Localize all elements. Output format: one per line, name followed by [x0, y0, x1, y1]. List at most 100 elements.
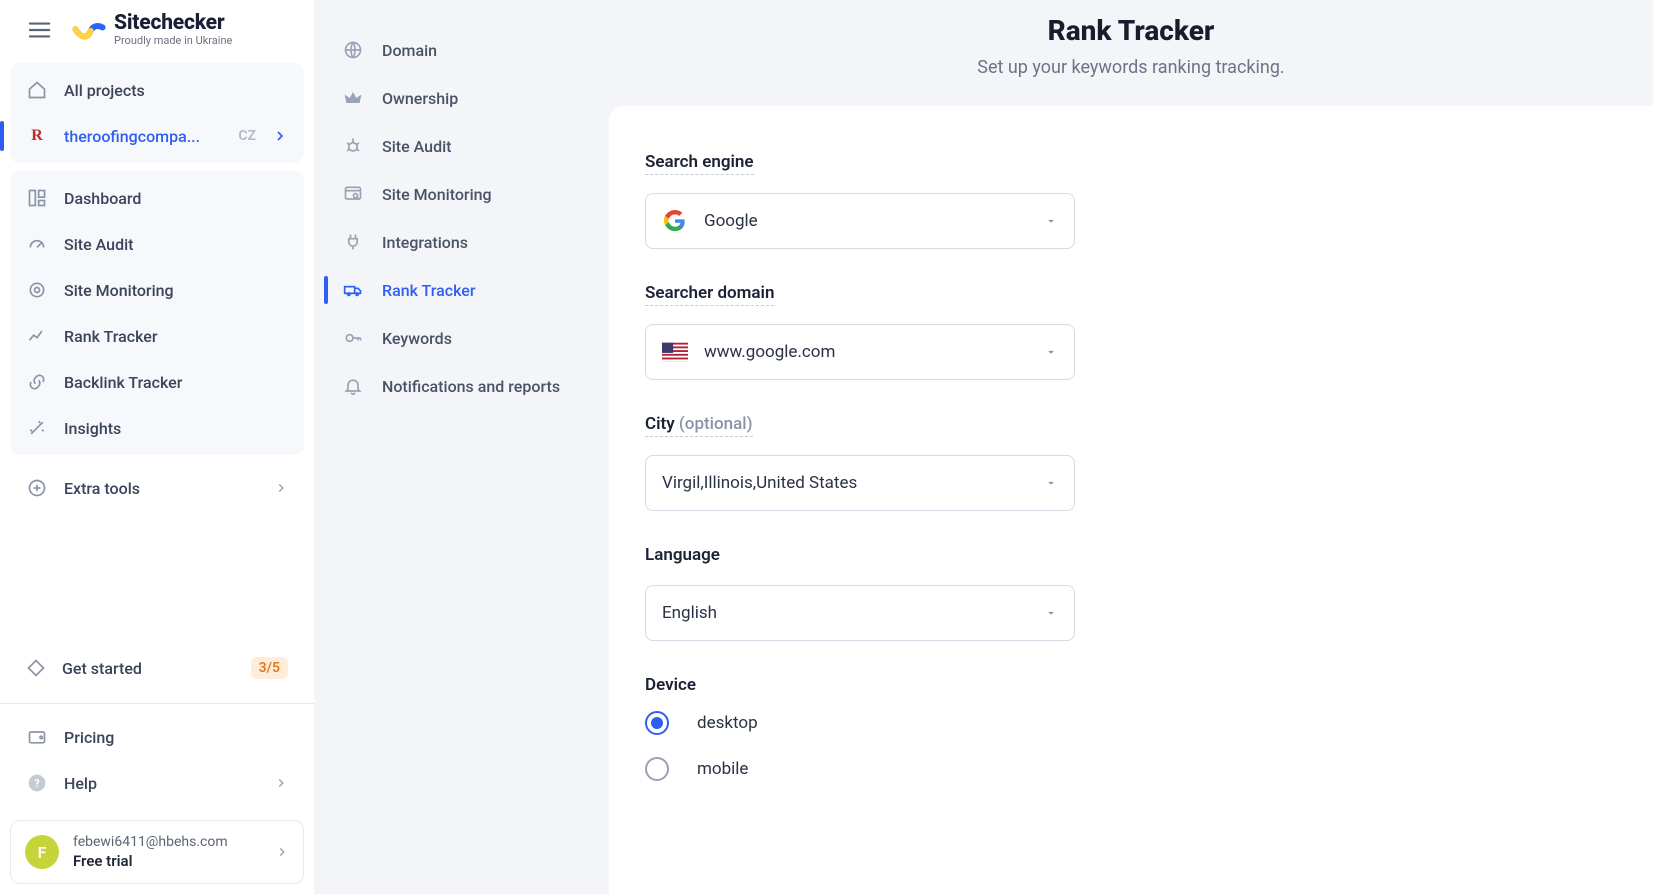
select-value: Virgil,Illinois,United States	[662, 473, 1028, 493]
radio-icon	[645, 711, 669, 735]
radio-device-mobile[interactable]: mobile	[645, 757, 1075, 781]
progress-badge: 3/5	[251, 657, 288, 679]
sidebar-label: Extra tools	[64, 479, 258, 498]
hamburger-icon	[29, 21, 51, 39]
project-tag: CZ	[238, 128, 256, 144]
subnav-item-site-monitoring[interactable]: Site Monitoring	[324, 170, 599, 218]
bug-icon	[342, 135, 364, 157]
select-search-engine[interactable]: Google	[645, 193, 1075, 249]
main-content: Rank Tracker Set up your keywords rankin…	[609, 0, 1653, 894]
subnav-item-keywords[interactable]: Keywords	[324, 314, 599, 362]
label-searcher-domain: Searcher domain	[645, 283, 774, 306]
subnav-item-site-audit[interactable]: Site Audit	[324, 122, 599, 170]
sidebar-label: All projects	[64, 81, 145, 100]
subnav-item-domain[interactable]: Domain	[324, 26, 599, 74]
subnav-item-rank-tracker[interactable]: Rank Tracker	[324, 266, 599, 314]
bell-icon	[342, 375, 364, 397]
avatar: F	[25, 835, 59, 869]
chevron-right-icon	[274, 776, 288, 790]
primary-sidebar: Sitechecker Proudly made in Ukraine All …	[0, 0, 314, 894]
select-value: www.google.com	[704, 342, 1028, 362]
subnav-item-integrations[interactable]: Integrations	[324, 218, 599, 266]
page-title: Rank Tracker	[629, 14, 1633, 47]
link-icon	[26, 371, 48, 393]
subnav-item-ownership[interactable]: Ownership	[324, 74, 599, 122]
sidebar-item-insights[interactable]: Insights	[10, 405, 304, 451]
diamond-icon	[26, 657, 46, 679]
sidebar-item-all-projects[interactable]: All projects	[10, 67, 304, 113]
subnav-label: Rank Tracker	[382, 281, 476, 300]
subnav-label: Keywords	[382, 329, 452, 348]
label-city: City (optional)	[645, 414, 753, 437]
sidebar-item-rank-tracker[interactable]: Rank Tracker	[10, 313, 304, 359]
chevron-down-icon	[1044, 345, 1058, 359]
select-searcher-domain[interactable]: www.google.com	[645, 324, 1075, 380]
menu-toggle-button[interactable]	[26, 16, 54, 44]
project-icon: R	[26, 125, 48, 147]
chevron-right-icon	[272, 128, 288, 144]
logo-mark-icon	[72, 16, 106, 44]
sidebar-item-extra-tools[interactable]: Extra tools	[10, 465, 304, 511]
sidebar-item-help[interactable]: ? Help	[10, 760, 304, 806]
page-subtitle: Set up your keywords ranking tracking.	[629, 57, 1633, 78]
sidebar-item-backlink-tracker[interactable]: Backlink Tracker	[10, 359, 304, 405]
radio-icon	[645, 757, 669, 781]
sidebar-label: Backlink Tracker	[64, 373, 182, 392]
label-search-engine: Search engine	[645, 152, 754, 175]
brand-logo[interactable]: Sitechecker Proudly made in Ukraine	[72, 12, 232, 47]
sidebar-item-dashboard[interactable]: Dashboard	[10, 175, 304, 221]
project-name: theroofingcompa...	[64, 127, 222, 146]
chevron-right-icon	[274, 481, 288, 495]
sidebar-item-get-started[interactable]: Get started 3/5	[10, 645, 304, 691]
brand-title: Sitechecker	[114, 12, 232, 35]
user-email: febewi6411@hbehs.com	[73, 833, 261, 851]
subnav-label: Ownership	[382, 89, 458, 108]
help-icon: ?	[26, 772, 48, 794]
gauge-icon	[26, 233, 48, 255]
select-language[interactable]: English	[645, 585, 1075, 641]
sidebar-label: Get started	[62, 659, 142, 678]
sidebar-label: Dashboard	[64, 189, 141, 208]
radio-label: mobile	[697, 759, 748, 779]
chevron-down-icon	[1044, 476, 1058, 490]
sidebar-item-project[interactable]: R theroofingcompa... CZ	[10, 113, 304, 159]
plug-icon	[342, 231, 364, 253]
plus-circle-icon	[26, 477, 48, 499]
subnav-item-notifications[interactable]: Notifications and reports	[324, 362, 599, 410]
sidebar-label: Pricing	[64, 728, 114, 747]
select-city[interactable]: Virgil,Illinois,United States	[645, 455, 1075, 511]
subnav-label: Domain	[382, 41, 437, 60]
trend-icon	[26, 325, 48, 347]
sidebar-item-site-monitoring[interactable]: Site Monitoring	[10, 267, 304, 313]
user-account-card[interactable]: F febewi6411@hbehs.com Free trial	[10, 820, 304, 884]
settings-subnav: Domain Ownership Site Audit Site Monitor…	[314, 0, 609, 894]
wallet-icon	[26, 726, 48, 748]
svg-text:?: ?	[34, 777, 39, 790]
target-icon	[26, 279, 48, 301]
label-device: Device	[645, 675, 696, 697]
google-icon	[662, 210, 688, 232]
home-icon	[26, 79, 48, 101]
radio-label: desktop	[697, 713, 758, 733]
magic-icon	[26, 417, 48, 439]
label-language: Language	[645, 545, 720, 567]
sidebar-label: Help	[64, 774, 258, 793]
subnav-label: Site Monitoring	[382, 185, 492, 204]
select-value: Google	[704, 211, 1028, 231]
sidebar-label: Site Audit	[64, 235, 133, 254]
truck-icon	[342, 279, 364, 301]
sidebar-label: Site Monitoring	[64, 281, 174, 300]
brand-tagline: Proudly made in Ukraine	[114, 35, 232, 47]
select-value: English	[662, 603, 1028, 623]
dashboard-icon	[26, 187, 48, 209]
sidebar-item-pricing[interactable]: Pricing	[10, 714, 304, 760]
subnav-label: Notifications and reports	[382, 377, 560, 396]
globe-icon	[342, 39, 364, 61]
user-plan: Free trial	[73, 852, 261, 872]
subnav-label: Integrations	[382, 233, 468, 252]
radio-device-desktop[interactable]: desktop	[645, 711, 1075, 735]
browser-search-icon	[342, 183, 364, 205]
sidebar-item-site-audit[interactable]: Site Audit	[10, 221, 304, 267]
sidebar-label: Rank Tracker	[64, 327, 158, 346]
key-icon	[342, 327, 364, 349]
